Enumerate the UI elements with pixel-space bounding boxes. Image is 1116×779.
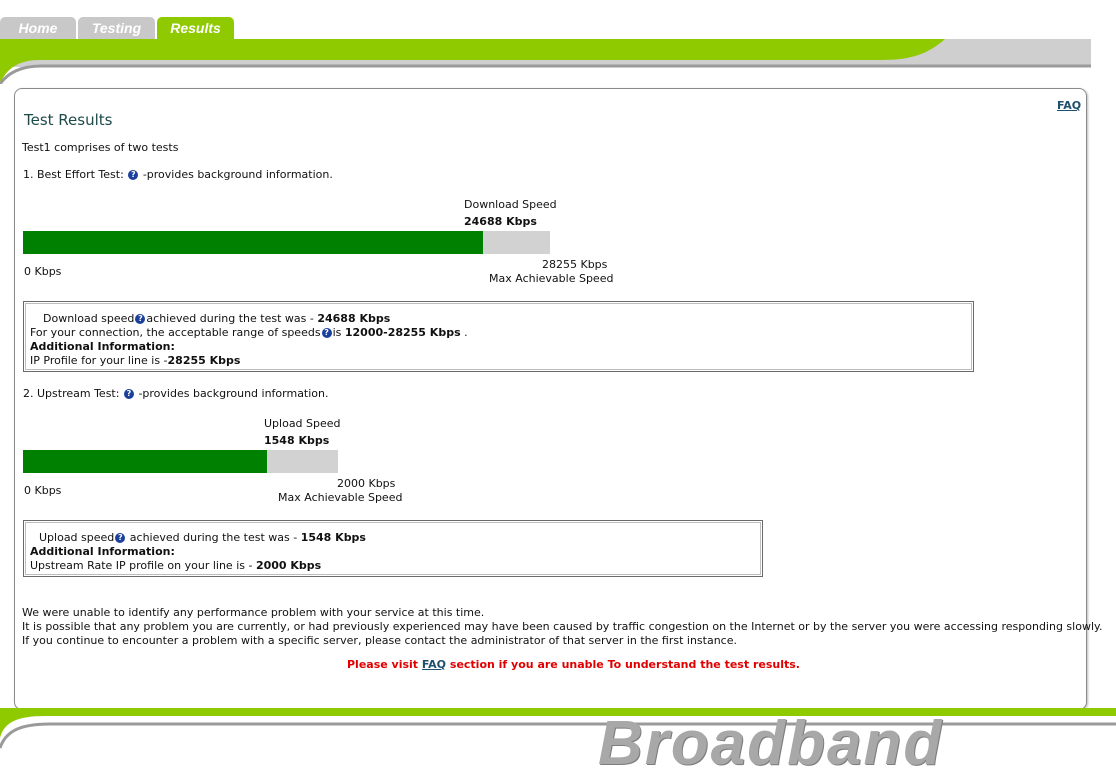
results-panel: FAQ Test Results Test1 comprises of two … xyxy=(14,88,1102,710)
help-icon[interactable]: ? xyxy=(115,533,126,543)
tab-testing[interactable]: Testing xyxy=(78,17,155,39)
download-info-line4: IP Profile for your line is -28255 Kbps xyxy=(30,354,241,367)
upload-speed-bar-fill xyxy=(23,450,267,473)
upload-speed-bar xyxy=(23,450,338,473)
test1-heading: 1. Best Effort Test: ? -provides backgro… xyxy=(23,168,333,181)
upload-max-caption: Max Achievable Speed xyxy=(278,491,403,504)
test2-heading-desc: -provides background information. xyxy=(138,387,329,400)
footer-banner xyxy=(0,708,1116,749)
test1-heading-desc: -provides background information. xyxy=(142,168,333,181)
tab-home[interactable]: Home xyxy=(0,17,76,39)
download-max-label: 28255 Kbps xyxy=(542,258,608,271)
upload-info-line2: Additional Information: xyxy=(30,545,175,558)
faq-notice: Please visit FAQ section if you are unab… xyxy=(347,658,800,671)
upload-info-box: Upload speed? achieved during the test w… xyxy=(23,520,763,577)
download-min-label: 0 Kbps xyxy=(24,265,62,278)
download-info-line2: For your connection, the acceptable rang… xyxy=(30,326,468,339)
header-banner xyxy=(0,39,1091,84)
help-icon[interactable]: ? xyxy=(135,314,146,324)
intro-text: Test1 comprises of two tests xyxy=(22,141,179,154)
download-speed-bar-fill xyxy=(23,231,484,254)
help-icon[interactable]: ? xyxy=(123,389,134,399)
upload-info-line3: Upstream Rate IP profile on your line is… xyxy=(30,559,322,572)
brand-logo: Broadband xyxy=(598,709,944,778)
faq-link-notice[interactable]: FAQ xyxy=(422,658,446,671)
help-icon[interactable]: ? xyxy=(128,170,139,180)
download-info-line3: Additional Information: xyxy=(30,340,175,353)
download-speed-title: Download Speed xyxy=(464,198,557,211)
page-title: Test Results xyxy=(24,111,113,129)
download-info-line1: Download speed? achieved during the test … xyxy=(43,312,391,325)
help-icon[interactable]: ? xyxy=(321,328,332,338)
download-speed-bar xyxy=(23,231,550,254)
upload-max-label: 2000 Kbps xyxy=(337,477,396,490)
download-info-box: Download speed? achieved during the test … xyxy=(23,301,974,372)
upload-speed-title: Upload Speed xyxy=(264,417,341,430)
summary-line3: If you continue to encounter a problem w… xyxy=(22,634,737,647)
test2-heading-label: 2. Upstream Test: xyxy=(23,387,120,400)
download-speed-value: 24688 Kbps xyxy=(464,215,537,228)
upload-info-line1: Upload speed? achieved during the test w… xyxy=(39,531,366,544)
faq-link-top[interactable]: FAQ xyxy=(1057,99,1081,112)
test1-heading-label: 1. Best Effort Test: xyxy=(23,168,124,181)
summary-line2: It is possible that any problem you are … xyxy=(22,620,1103,633)
download-max-caption: Max Achievable Speed xyxy=(489,272,614,285)
upload-min-label: 0 Kbps xyxy=(24,484,62,497)
tab-results[interactable]: Results xyxy=(157,17,234,39)
upload-speed-value: 1548 Kbps xyxy=(264,434,330,447)
summary-line1: We were unable to identify any performan… xyxy=(22,606,485,619)
test2-heading: 2. Upstream Test: ? -provides background… xyxy=(23,387,329,400)
